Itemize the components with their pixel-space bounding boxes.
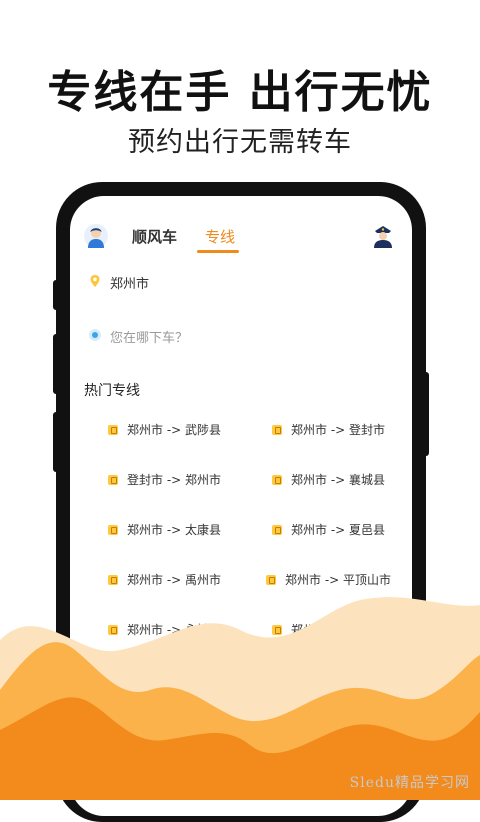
route-icon (108, 525, 118, 535)
active-tab-indicator (197, 250, 239, 253)
tab-dedicated-line[interactable]: 专线 (205, 226, 235, 247)
app-screen: 顺风车 专线 郑州市 您在哪下车？ 热门专线 郑州市 -> 武陟县 郑州市 ->… (70, 196, 412, 816)
route-item[interactable]: 郑州市 -> 扶沟县 (272, 621, 385, 638)
route-item[interactable]: 郑州市 -> 武陟县 (108, 421, 221, 438)
route-item[interactable]: 郑州市 -> 太康县 (108, 521, 221, 538)
tab-hitchhike[interactable]: 顺风车 (132, 226, 177, 247)
top-tab-bar: 顺风车 专线 (70, 220, 412, 256)
popular-routes-title: 热门专线 (84, 383, 140, 399)
promo-headline: 专线在手 出行无忧 (47, 67, 433, 118)
promo-subheadline: 预约出行无需转车 (128, 127, 352, 158)
route-icon (272, 625, 282, 635)
route-item[interactable]: 郑州市 -> 平顶山市 (266, 571, 391, 588)
destination-input[interactable]: 您在哪下车？ (110, 327, 188, 346)
route-icon (108, 575, 118, 585)
route-item[interactable]: 郑州市 -> 永城市 (108, 621, 221, 638)
driver-avatar-icon[interactable] (84, 224, 108, 248)
pin-icon (90, 275, 100, 287)
route-icon (272, 425, 282, 435)
route-item[interactable]: 郑州市 -> 夏邑县 (272, 521, 385, 538)
route-icon (108, 625, 118, 635)
route-icon (108, 425, 118, 435)
watermark: Sledu精品学习网 (349, 775, 470, 791)
route-item[interactable]: 郑州市 -> 禹州市 (108, 571, 221, 588)
route-icon (272, 525, 282, 535)
route-item[interactable]: 登封市 -> 郑州市 (108, 471, 221, 488)
route-icon (272, 475, 282, 485)
route-item[interactable]: 郑州市 -> 襄城县 (272, 471, 385, 488)
route-icon (108, 475, 118, 485)
route-item[interactable]: 郑州市 -> 登封市 (272, 421, 385, 438)
target-dot-icon (89, 329, 101, 341)
police-officer-icon[interactable] (372, 224, 394, 248)
route-icon (266, 575, 276, 585)
departure-city: 郑州市 (110, 277, 150, 292)
